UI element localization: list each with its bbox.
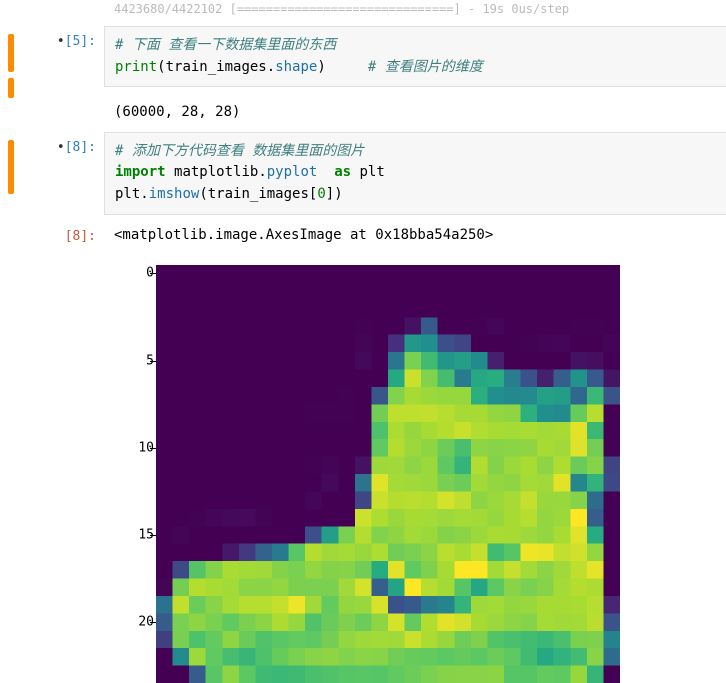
cell-8-in-prompt: •[8]:: [22, 132, 104, 155]
cell-8-figure: 05101520: [0, 259, 726, 683]
cell-8-out-prompt: [8]:: [22, 221, 104, 244]
comment: # 下面 查看一下数据集里面的东西: [115, 37, 336, 53]
plot-axes: [156, 265, 620, 683]
cell-5-in-prompt: •[5]:: [22, 26, 104, 49]
comment: # 添加下方代码查看 数据集里面的图片: [115, 143, 364, 159]
cell-5-code[interactable]: # 下面 查看一下数据集里面的东西 print(train_images.sha…: [104, 26, 726, 87]
cell-5-modified-indicator: [0, 26, 22, 98]
cell-8-repr: <matplotlib.image.AxesImage at 0x18bba54…: [114, 223, 716, 251]
notebook: 4423680/4422102 [=======================…: [0, 0, 726, 683]
cell-8-modified-indicator: [0, 132, 22, 194]
prev-output-fragment: 4423680/4422102 [=======================…: [0, 0, 726, 26]
cell-5-output: (60000, 28, 28): [0, 98, 726, 132]
cell-5-stdout: (60000, 28, 28): [104, 98, 250, 132]
cell-5-input[interactable]: •[5]: # 下面 查看一下数据集里面的东西 print(train_imag…: [0, 26, 726, 98]
heatmap-canvas: [156, 265, 620, 683]
comment: # 查看图片的维度: [368, 59, 483, 75]
cell-8-code[interactable]: # 添加下方代码查看 数据集里面的图片 import matplotlib.py…: [104, 132, 726, 215]
cell-8-result: [8]: <matplotlib.image.AxesImage at 0x18…: [0, 221, 726, 259]
cell-8-input[interactable]: •[8]: # 添加下方代码查看 数据集里面的图片 import matplot…: [0, 132, 726, 215]
imshow-plot: 05101520: [114, 263, 714, 683]
prev-output-text: 4423680/4422102 [=======================…: [114, 0, 716, 19]
